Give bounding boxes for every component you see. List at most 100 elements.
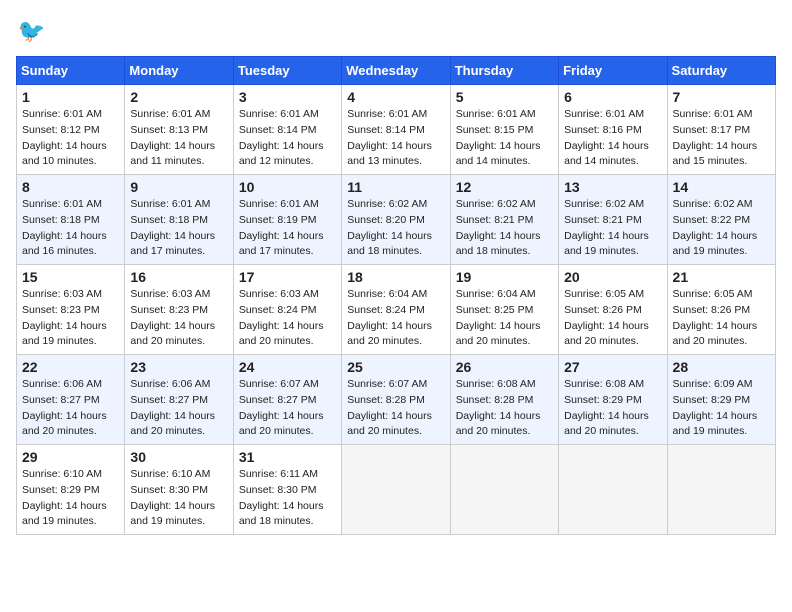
sunset-label: Sunset: 8:25 PM xyxy=(456,304,534,316)
sunrise-label: Sunrise: 6:02 AM xyxy=(456,198,536,210)
sunset-label: Sunset: 8:24 PM xyxy=(239,304,317,316)
day-info: Sunrise: 6:01 AM Sunset: 8:19 PM Dayligh… xyxy=(239,197,336,260)
daylight-minutes: and 11 minutes. xyxy=(130,155,204,167)
daylight-label: Daylight: 14 hours xyxy=(347,140,432,152)
daylight-label: Daylight: 14 hours xyxy=(130,140,215,152)
calendar-day-cell: 31 Sunrise: 6:11 AM Sunset: 8:30 PM Dayl… xyxy=(233,445,341,535)
weekday-header: Wednesday xyxy=(342,57,450,85)
calendar-day-cell: 2 Sunrise: 6:01 AM Sunset: 8:13 PM Dayli… xyxy=(125,85,233,175)
daylight-label: Daylight: 14 hours xyxy=(673,320,758,332)
calendar-week-row: 29 Sunrise: 6:10 AM Sunset: 8:29 PM Dayl… xyxy=(17,445,776,535)
day-number: 10 xyxy=(239,179,336,195)
calendar-day-cell: 20 Sunrise: 6:05 AM Sunset: 8:26 PM Dayl… xyxy=(559,265,667,355)
sunset-label: Sunset: 8:23 PM xyxy=(130,304,208,316)
day-number: 28 xyxy=(673,359,770,375)
sunset-label: Sunset: 8:14 PM xyxy=(239,124,317,136)
daylight-label: Daylight: 14 hours xyxy=(456,230,541,242)
day-number: 31 xyxy=(239,449,336,465)
calendar-day-cell: 6 Sunrise: 6:01 AM Sunset: 8:16 PM Dayli… xyxy=(559,85,667,175)
calendar-day-cell: 28 Sunrise: 6:09 AM Sunset: 8:29 PM Dayl… xyxy=(667,355,775,445)
daylight-label: Daylight: 14 hours xyxy=(673,140,758,152)
day-number: 23 xyxy=(130,359,227,375)
calendar-day-cell: 22 Sunrise: 6:06 AM Sunset: 8:27 PM Dayl… xyxy=(17,355,125,445)
daylight-label: Daylight: 14 hours xyxy=(22,320,107,332)
sunrise-label: Sunrise: 6:02 AM xyxy=(347,198,427,210)
day-info: Sunrise: 6:02 AM Sunset: 8:21 PM Dayligh… xyxy=(564,197,661,260)
day-info: Sunrise: 6:11 AM Sunset: 8:30 PM Dayligh… xyxy=(239,467,336,530)
daylight-label: Daylight: 14 hours xyxy=(347,320,432,332)
day-info: Sunrise: 6:02 AM Sunset: 8:20 PM Dayligh… xyxy=(347,197,444,260)
day-info: Sunrise: 6:03 AM Sunset: 8:24 PM Dayligh… xyxy=(239,287,336,350)
daylight-label: Daylight: 14 hours xyxy=(564,230,649,242)
daylight-minutes: and 16 minutes. xyxy=(22,245,97,257)
daylight-minutes: and 12 minutes. xyxy=(239,155,314,167)
calendar-day-cell: 14 Sunrise: 6:02 AM Sunset: 8:22 PM Dayl… xyxy=(667,175,775,265)
logo: 🐦 xyxy=(16,16,52,48)
day-info: Sunrise: 6:10 AM Sunset: 8:30 PM Dayligh… xyxy=(130,467,227,530)
sunrise-label: Sunrise: 6:04 AM xyxy=(456,288,536,300)
sunset-label: Sunset: 8:12 PM xyxy=(22,124,100,136)
sunset-label: Sunset: 8:29 PM xyxy=(673,394,751,406)
sunset-label: Sunset: 8:22 PM xyxy=(673,214,751,226)
daylight-minutes: and 18 minutes. xyxy=(347,245,422,257)
sunset-label: Sunset: 8:29 PM xyxy=(564,394,642,406)
sunset-label: Sunset: 8:18 PM xyxy=(130,214,208,226)
day-number: 29 xyxy=(22,449,119,465)
daylight-minutes: and 17 minutes. xyxy=(239,245,314,257)
day-info: Sunrise: 6:06 AM Sunset: 8:27 PM Dayligh… xyxy=(22,377,119,440)
day-number: 11 xyxy=(347,179,444,195)
day-number: 6 xyxy=(564,89,661,105)
sunrise-label: Sunrise: 6:08 AM xyxy=(456,378,536,390)
day-info: Sunrise: 6:01 AM Sunset: 8:14 PM Dayligh… xyxy=(347,107,444,170)
day-info: Sunrise: 6:09 AM Sunset: 8:29 PM Dayligh… xyxy=(673,377,770,440)
daylight-label: Daylight: 14 hours xyxy=(22,140,107,152)
sunrise-label: Sunrise: 6:02 AM xyxy=(564,198,644,210)
daylight-minutes: and 20 minutes. xyxy=(564,425,639,437)
daylight-label: Daylight: 14 hours xyxy=(564,320,649,332)
daylight-minutes: and 19 minutes. xyxy=(673,425,748,437)
daylight-label: Daylight: 14 hours xyxy=(22,500,107,512)
sunrise-label: Sunrise: 6:01 AM xyxy=(130,198,210,210)
sunset-label: Sunset: 8:26 PM xyxy=(673,304,751,316)
calendar-day-cell: 11 Sunrise: 6:02 AM Sunset: 8:20 PM Dayl… xyxy=(342,175,450,265)
daylight-minutes: and 17 minutes. xyxy=(130,245,205,257)
weekday-header-row: SundayMondayTuesdayWednesdayThursdayFrid… xyxy=(17,57,776,85)
day-number: 19 xyxy=(456,269,553,285)
calendar-day-cell: 16 Sunrise: 6:03 AM Sunset: 8:23 PM Dayl… xyxy=(125,265,233,355)
day-info: Sunrise: 6:05 AM Sunset: 8:26 PM Dayligh… xyxy=(564,287,661,350)
sunrise-label: Sunrise: 6:10 AM xyxy=(130,468,210,480)
sunset-label: Sunset: 8:26 PM xyxy=(564,304,642,316)
day-number: 30 xyxy=(130,449,227,465)
day-number: 9 xyxy=(130,179,227,195)
sunrise-label: Sunrise: 6:06 AM xyxy=(22,378,102,390)
daylight-label: Daylight: 14 hours xyxy=(673,410,758,422)
day-info: Sunrise: 6:04 AM Sunset: 8:24 PM Dayligh… xyxy=(347,287,444,350)
sunrise-label: Sunrise: 6:03 AM xyxy=(22,288,102,300)
calendar-day-cell: 4 Sunrise: 6:01 AM Sunset: 8:14 PM Dayli… xyxy=(342,85,450,175)
sunset-label: Sunset: 8:29 PM xyxy=(22,484,100,496)
day-number: 2 xyxy=(130,89,227,105)
sunset-label: Sunset: 8:21 PM xyxy=(456,214,534,226)
sunset-label: Sunset: 8:17 PM xyxy=(673,124,751,136)
sunset-label: Sunset: 8:27 PM xyxy=(22,394,100,406)
daylight-label: Daylight: 14 hours xyxy=(22,410,107,422)
day-number: 26 xyxy=(456,359,553,375)
daylight-minutes: and 14 minutes. xyxy=(564,155,639,167)
calendar-day-cell: 26 Sunrise: 6:08 AM Sunset: 8:28 PM Dayl… xyxy=(450,355,558,445)
sunrise-label: Sunrise: 6:03 AM xyxy=(239,288,319,300)
day-info: Sunrise: 6:01 AM Sunset: 8:15 PM Dayligh… xyxy=(456,107,553,170)
calendar-day-cell: 27 Sunrise: 6:08 AM Sunset: 8:29 PM Dayl… xyxy=(559,355,667,445)
calendar-day-cell: 8 Sunrise: 6:01 AM Sunset: 8:18 PM Dayli… xyxy=(17,175,125,265)
daylight-label: Daylight: 14 hours xyxy=(347,410,432,422)
sunrise-label: Sunrise: 6:01 AM xyxy=(564,108,644,120)
sunrise-label: Sunrise: 6:05 AM xyxy=(564,288,644,300)
calendar-day-cell: 9 Sunrise: 6:01 AM Sunset: 8:18 PM Dayli… xyxy=(125,175,233,265)
daylight-label: Daylight: 14 hours xyxy=(130,500,215,512)
day-number: 16 xyxy=(130,269,227,285)
daylight-minutes: and 20 minutes. xyxy=(347,425,422,437)
calendar-day-cell: 10 Sunrise: 6:01 AM Sunset: 8:19 PM Dayl… xyxy=(233,175,341,265)
calendar-day-cell: 23 Sunrise: 6:06 AM Sunset: 8:27 PM Dayl… xyxy=(125,355,233,445)
daylight-minutes: and 20 minutes. xyxy=(564,335,639,347)
daylight-minutes: and 18 minutes. xyxy=(239,515,314,527)
day-number: 14 xyxy=(673,179,770,195)
